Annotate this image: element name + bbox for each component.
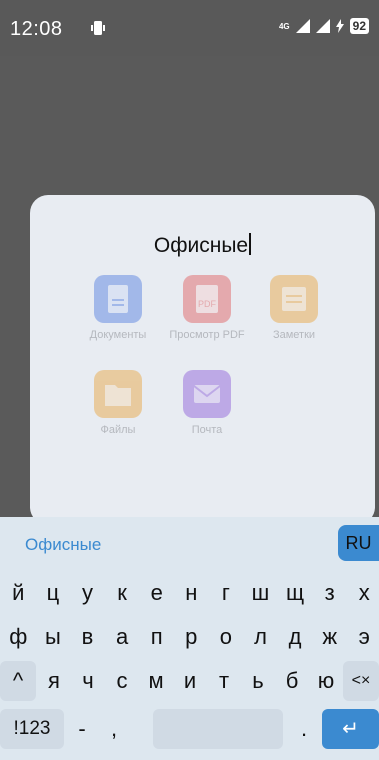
key-1[interactable]: я xyxy=(38,661,70,701)
comma-key[interactable]: , xyxy=(100,709,128,749)
key-6[interactable]: р xyxy=(175,617,208,657)
key-11[interactable]: х xyxy=(348,573,379,613)
key-9[interactable]: щ xyxy=(279,573,312,613)
suggestion-bar: Офисные RU xyxy=(0,517,379,567)
pdf-icon: PDF xyxy=(183,275,231,323)
symbols-key[interactable]: !123 xyxy=(0,709,64,749)
key-5[interactable]: е xyxy=(140,573,173,613)
key-3[interactable]: в xyxy=(71,617,104,657)
app-documents[interactable]: Документы xyxy=(73,275,163,341)
keyboard-row-3: ^ <× ячсмитьбю xyxy=(0,659,379,703)
app-notes[interactable]: Заметки xyxy=(249,275,339,341)
key-9[interactable]: д xyxy=(279,617,312,657)
shift-key[interactable]: ^ xyxy=(0,661,36,701)
app-files[interactable]: Файлы xyxy=(73,370,163,436)
key-7[interactable]: ь xyxy=(242,661,274,701)
key-2[interactable]: ч xyxy=(72,661,104,701)
battery-badge: 92 xyxy=(349,18,369,34)
space-key[interactable] xyxy=(153,709,283,749)
key-9[interactable]: ю xyxy=(310,661,342,701)
backspace-key[interactable]: <× xyxy=(343,661,379,701)
signal-icon xyxy=(295,19,310,33)
key-7[interactable]: о xyxy=(210,617,243,657)
suggestion-word[interactable]: Офисные xyxy=(25,535,101,555)
folder-icon xyxy=(94,370,142,418)
app-label: Файлы xyxy=(100,424,136,436)
app-label: Документы xyxy=(89,329,147,341)
key-7[interactable]: г xyxy=(210,573,243,613)
key-4[interactable]: к xyxy=(106,573,139,613)
enter-key[interactable]: ↵ xyxy=(322,709,379,749)
key-1[interactable]: й xyxy=(2,573,35,613)
key-8[interactable]: ш xyxy=(244,573,277,613)
app-label: Почта xyxy=(191,424,223,436)
status-bar: 12:08 4G 92 xyxy=(0,0,379,56)
key-6[interactable]: т xyxy=(208,661,240,701)
key-10[interactable]: ж xyxy=(313,617,346,657)
network-label: 4G xyxy=(278,21,290,31)
signal-icon-2 xyxy=(315,19,330,33)
key-8[interactable]: л xyxy=(244,617,277,657)
text-cursor xyxy=(249,233,252,255)
folder-dialog: Офисные Документы PDF Просмотр PDF Замет… xyxy=(30,195,375,525)
mail-icon xyxy=(183,370,231,418)
app-label: Заметки xyxy=(272,329,316,341)
charging-icon xyxy=(335,19,344,33)
language-button[interactable]: RU xyxy=(338,525,379,561)
status-icons: 4G 92 xyxy=(279,18,369,34)
key-5[interactable]: и xyxy=(174,661,206,701)
notes-icon xyxy=(270,275,318,323)
enter-icon: ↵ xyxy=(342,718,359,740)
key-4[interactable]: м xyxy=(140,661,172,701)
folder-title-text: Офисные xyxy=(153,234,249,257)
key-11[interactable]: э xyxy=(348,617,379,657)
key-10[interactable]: з xyxy=(313,573,346,613)
key-8[interactable]: б xyxy=(276,661,308,701)
key-5[interactable]: п xyxy=(140,617,173,657)
keyboard: Офисные RU йцукенгшщзх фывапролджэ ^ <× … xyxy=(0,517,379,760)
key-3[interactable]: с xyxy=(106,661,138,701)
app-pdf-viewer[interactable]: PDF Просмотр PDF xyxy=(162,275,252,341)
key-1[interactable]: ф xyxy=(2,617,35,657)
keyboard-row-1: йцукенгшщзх xyxy=(0,571,379,615)
key-6[interactable]: н xyxy=(175,573,208,613)
keyboard-row-2: фывапролджэ xyxy=(0,615,379,659)
document-icon xyxy=(94,275,142,323)
key-2[interactable]: ы xyxy=(37,617,70,657)
pdf-icon-text: PDF xyxy=(198,299,217,309)
key-2[interactable]: ц xyxy=(37,573,70,613)
keyboard-row-4: !123 - , . ↵ xyxy=(0,703,379,749)
period-key[interactable]: . xyxy=(290,709,318,749)
status-time: 12:08 xyxy=(10,18,63,40)
vibrate-icon xyxy=(91,21,105,35)
app-mail[interactable]: Почта xyxy=(162,370,252,436)
key-4[interactable]: а xyxy=(106,617,139,657)
key-3[interactable]: у xyxy=(71,573,104,613)
folder-title-input[interactable]: Офисные xyxy=(30,233,375,258)
app-label: Просмотр PDF xyxy=(169,329,245,341)
dash-key[interactable]: - xyxy=(68,709,96,749)
